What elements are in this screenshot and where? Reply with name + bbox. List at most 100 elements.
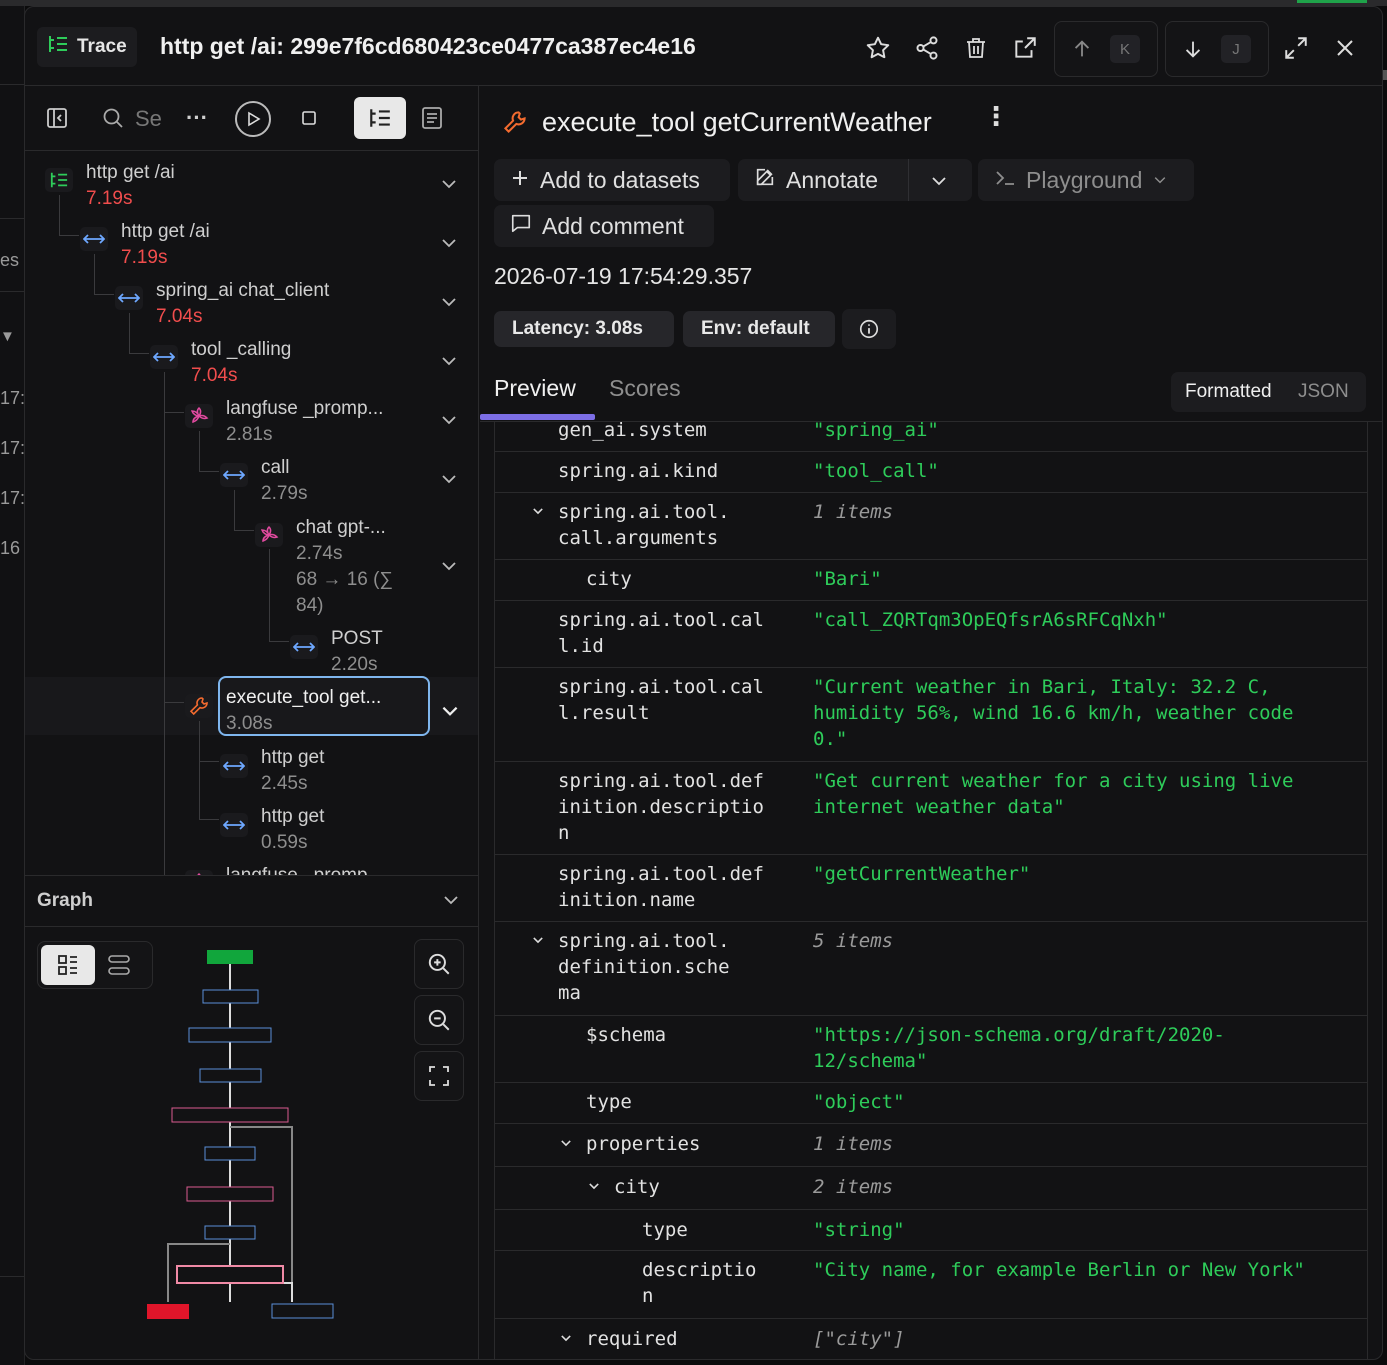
table-row[interactable]: $schema "https://json-schema.org/draft/2… xyxy=(495,1015,1367,1083)
graph-node-end[interactable] xyxy=(147,1304,189,1319)
table-row[interactable]: properties 1 items xyxy=(495,1123,1367,1167)
tree-node-name[interactable]: execute_tool get... xyxy=(226,687,381,709)
graph-node[interactable] xyxy=(171,1107,289,1123)
chevron-down-icon[interactable] xyxy=(439,556,459,581)
chevron-down-icon[interactable] xyxy=(559,1330,573,1349)
trace-graph[interactable] xyxy=(135,942,345,1332)
span-icon xyxy=(220,754,248,778)
info-icon[interactable] xyxy=(842,309,896,349)
table-row[interactable]: spring.ai.kind "tool_call" xyxy=(495,451,1367,493)
search-input[interactable]: Se xyxy=(135,106,162,132)
graph-node[interactable] xyxy=(204,1146,256,1161)
chevron-down-icon[interactable] xyxy=(439,410,459,435)
chevron-down-icon[interactable] xyxy=(439,233,459,258)
table-row[interactable]: city "Bari" xyxy=(495,559,1367,601)
more-options-icon[interactable]: ··· xyxy=(183,104,211,132)
table-row[interactable]: spring.ai.tool.def inition.descriptio n … xyxy=(495,761,1367,855)
trace-title: http get /ai: 299e7f6cd680423ce0477ca387… xyxy=(160,33,696,59)
chevron-down-icon[interactable] xyxy=(439,469,459,494)
graph-node[interactable] xyxy=(186,1186,274,1202)
graph-node[interactable] xyxy=(204,1225,256,1240)
kebab-menu-icon[interactable]: ⋮ xyxy=(983,103,1009,129)
tree-node-name[interactable]: http get /ai xyxy=(86,162,175,184)
tree-node-name[interactable]: http get xyxy=(261,747,324,769)
format-formatted[interactable]: Formatted xyxy=(1185,381,1272,403)
graph-node-start[interactable] xyxy=(207,950,253,964)
close-icon[interactable] xyxy=(1330,33,1360,63)
table-row[interactable]: spring.ai.tool. call.arguments 1 items xyxy=(495,492,1367,560)
search-icon[interactable] xyxy=(99,104,127,132)
graph-node-selected[interactable] xyxy=(176,1265,284,1284)
arrow-down-icon[interactable] xyxy=(1180,36,1206,62)
tree-node-name[interactable]: chat gpt-... xyxy=(296,517,386,539)
sidebar-toggle-icon[interactable] xyxy=(43,104,71,132)
trash-icon[interactable] xyxy=(961,33,991,63)
graph-node[interactable] xyxy=(271,1303,334,1319)
zoom-in-icon[interactable] xyxy=(414,939,464,989)
chevron-down-icon[interactable] xyxy=(531,932,545,951)
table-row[interactable]: type "string" xyxy=(495,1209,1367,1251)
chevron-down-icon[interactable] xyxy=(441,890,461,915)
trace-panel: Trace http get /ai: 299e7f6cd680423ce047… xyxy=(24,6,1383,1360)
kbd-j: J xyxy=(1221,35,1251,63)
zoom-out-icon[interactable] xyxy=(414,995,464,1045)
gutter-text: 17: xyxy=(0,388,25,408)
panel-divider[interactable] xyxy=(478,86,479,1359)
chevron-down-icon[interactable] xyxy=(531,503,545,522)
graph-section-header[interactable]: Graph xyxy=(25,875,478,927)
span-icon xyxy=(150,345,178,369)
table-row[interactable]: gen_ai.system "spring_ai" xyxy=(495,421,1367,452)
format-json[interactable]: JSON xyxy=(1298,381,1349,403)
table-row[interactable]: spring.ai.tool.cal l.result "Current wea… xyxy=(495,667,1367,762)
graph-title: Graph xyxy=(37,890,93,911)
background-app-gutter: es ▼ 17: 17: 17: 16 xyxy=(0,6,25,1365)
graph-flow-icon[interactable] xyxy=(104,950,134,980)
graph-layout-icon[interactable] xyxy=(41,945,95,985)
chevron-down-icon[interactable] xyxy=(439,700,461,727)
tree-node-name[interactable]: spring_ai chat_client xyxy=(156,280,329,302)
timeline-view-icon[interactable] xyxy=(418,104,446,132)
table-row[interactable]: type "object" xyxy=(495,1082,1367,1124)
stop-icon[interactable] xyxy=(295,104,323,132)
arrow-up-icon[interactable] xyxy=(1069,36,1095,62)
tab-preview[interactable]: Preview xyxy=(494,375,576,402)
table-row[interactable]: descriptio n "City name, for example Ber… xyxy=(495,1250,1367,1319)
chevron-down-icon[interactable] xyxy=(439,292,459,317)
chevron-down-icon[interactable] xyxy=(439,351,459,376)
chevron-down-icon[interactable] xyxy=(439,174,459,199)
external-link-icon[interactable] xyxy=(1010,33,1040,63)
plus-icon xyxy=(510,167,530,194)
tree-node-name[interactable]: langfuse _promp... xyxy=(226,398,383,420)
tree-node-name[interactable]: http get /ai xyxy=(121,221,210,243)
trace-badge: Trace xyxy=(37,27,137,67)
tree-node-duration: 7.19s xyxy=(121,247,168,268)
table-row[interactable]: spring.ai.tool.def inition.name "getCurr… xyxy=(495,854,1367,922)
tree-node-name[interactable]: POST xyxy=(331,628,383,650)
chevron-down-icon[interactable] xyxy=(559,1135,573,1154)
graph-node[interactable] xyxy=(188,1027,272,1043)
table-row[interactable]: city 2 items xyxy=(495,1166,1367,1210)
annotate-button[interactable]: Annotate xyxy=(738,159,972,201)
add-to-datasets-button[interactable]: Add to datasets xyxy=(494,159,730,201)
add-comment-button[interactable]: Add comment xyxy=(494,205,714,247)
tree-node-name[interactable]: call xyxy=(261,457,290,479)
expand-icon[interactable] xyxy=(1281,33,1311,63)
star-icon[interactable] xyxy=(863,33,893,63)
tree-view-icon[interactable] xyxy=(354,97,406,139)
graph-node[interactable] xyxy=(202,989,259,1004)
tree-node-name[interactable]: http get xyxy=(261,806,324,828)
fit-view-icon[interactable] xyxy=(414,1051,464,1101)
tree-node-tokens: 84) xyxy=(296,595,324,616)
share-icon[interactable] xyxy=(912,33,942,63)
graph-node[interactable] xyxy=(199,1068,262,1083)
table-row[interactable]: spring.ai.tool.cal l.id "call_ZQRTqm3OpE… xyxy=(495,600,1367,668)
play-icon[interactable] xyxy=(235,101,271,137)
chevron-down-icon[interactable] xyxy=(929,170,949,197)
table-row[interactable]: required ["city"] xyxy=(495,1318,1367,1359)
tree-node-name[interactable]: tool _calling xyxy=(191,339,291,361)
tab-scores[interactable]: Scores xyxy=(609,375,681,402)
tree-node-name[interactable]: langfuse _promp... xyxy=(226,865,383,875)
table-row[interactable]: spring.ai.tool. definition.sche ma 5 ite… xyxy=(495,921,1367,1016)
chevron-down-icon[interactable] xyxy=(587,1178,601,1197)
playground-button[interactable]: Playground xyxy=(978,159,1194,201)
